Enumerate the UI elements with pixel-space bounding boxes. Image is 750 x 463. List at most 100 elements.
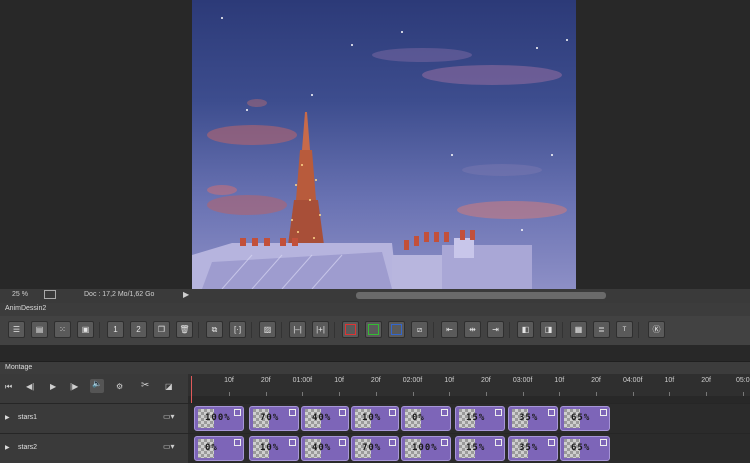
clip-label: 70% [260, 413, 280, 423]
timeline-clip[interactable]: 70% [249, 406, 299, 431]
frames-icon[interactable]: ▤ [31, 321, 48, 338]
clip-menu-icon[interactable] [234, 439, 241, 446]
film-strip-icon[interactable]: ▭▾ [163, 442, 175, 451]
first-frame-icon[interactable]: ⏮ [5, 382, 12, 392]
clip-menu-icon[interactable] [441, 409, 448, 416]
timeline-clip[interactable]: 10% [249, 436, 299, 461]
blue-square-icon[interactable] [388, 321, 405, 338]
zoom-level[interactable]: 25 % [12, 291, 28, 298]
red-square-icon[interactable] [342, 321, 359, 338]
layer2-icon[interactable]: 2 [130, 321, 147, 338]
clip-menu-icon[interactable] [339, 409, 346, 416]
ruler-tick [449, 392, 451, 396]
timeline-clip[interactable]: 0% [401, 406, 451, 431]
timeline-clip[interactable]: 35% [508, 436, 558, 461]
timeline-clip[interactable]: 40% [301, 406, 349, 431]
save-icon[interactable]: ▣ [77, 321, 94, 338]
layers-icon[interactable]: ☰ [8, 321, 25, 338]
ruler-label: 02:00f [402, 377, 423, 384]
clip-label: 35% [519, 443, 539, 453]
clip-menu-icon[interactable] [234, 409, 241, 416]
timeline-clip[interactable]: 100% [401, 436, 451, 461]
layer-row-stars1[interactable]: ▶ stars1 ▭▾ 100% 70% 40% 10% 0% 15% 35% 65% [0, 403, 750, 433]
timeline-clip[interactable]: 0% [194, 436, 244, 461]
doc-icon[interactable]: ▦ [570, 321, 587, 338]
animdessin-toolbar: ☰ ▤ ⁙ ▣ 1 2 ❐ 🗑 ⧉ [·] ▨ |–| |+| ⧄ ⇤ ⇹ ⇥ … [0, 316, 750, 345]
ruler-label: 04:00f [622, 377, 643, 384]
duplicate-icon[interactable]: ⧉ [206, 321, 223, 338]
clip-menu-icon[interactable] [289, 439, 296, 446]
layer-track[interactable]: 0% 10% 40% 70% 100% 15% 35% 65% [188, 434, 750, 463]
copy-icon[interactable]: ❐ [153, 321, 170, 338]
clip-label: 0% [412, 413, 425, 423]
clip-label: 65% [571, 443, 591, 453]
prev-frame-icon[interactable]: ◀| [26, 382, 34, 391]
ruler-label: 10f [224, 377, 234, 384]
settings-badge-icon[interactable]: Ⓚ [648, 321, 665, 338]
timeline-clip[interactable]: 35% [508, 406, 558, 431]
next-frame-icon[interactable]: |▶ [70, 382, 78, 391]
clip-menu-icon[interactable] [441, 439, 448, 446]
settings-icon[interactable]: ⚙ [116, 382, 123, 391]
slash-icon[interactable]: ⧄ [411, 321, 428, 338]
clip-menu-icon[interactable] [289, 409, 296, 416]
clip-label: 0% [205, 443, 218, 453]
status-menu-arrow-icon[interactable]: ▶ [183, 290, 189, 299]
ruler-label: 20f [701, 377, 711, 384]
view-toggle-icon[interactable] [44, 290, 56, 299]
layer1-icon[interactable]: 1 [107, 321, 124, 338]
timeline-clip[interactable]: 40% [301, 436, 349, 461]
artwork-canvas[interactable] [192, 0, 576, 289]
play-icon[interactable]: ▶ [50, 382, 56, 391]
layer-track[interactable]: 100% 70% 40% 10% 0% 15% 35% 65% [188, 404, 750, 433]
timeline-clip[interactable]: 15% [455, 436, 505, 461]
timeline-clip[interactable]: 100% [194, 406, 244, 431]
expand-arrow-icon[interactable]: ▶ [5, 444, 10, 451]
green-square-icon[interactable] [365, 321, 382, 338]
clip-label: 100% [205, 413, 231, 423]
clip-menu-icon[interactable] [600, 439, 607, 446]
clip-menu-icon[interactable] [389, 409, 396, 416]
clip-menu-icon[interactable] [339, 439, 346, 446]
trash-icon[interactable]: 🗑 [176, 321, 193, 338]
layer-row-stars2[interactable]: ▶ stars2 ▭▾ 0% 10% 40% 70% 100% 15% 35% 65% [0, 433, 750, 463]
clip-menu-icon[interactable] [495, 409, 502, 416]
ruler-tick [339, 392, 341, 396]
clip-menu-icon[interactable] [548, 409, 555, 416]
doc-lines-icon[interactable]: ≣ [593, 321, 610, 338]
clip-menu-icon[interactable] [548, 439, 555, 446]
timeline-clip[interactable]: 65% [560, 406, 610, 431]
horizontal-scrollbar[interactable] [356, 292, 606, 299]
grid-icon[interactable]: ⁙ [54, 321, 71, 338]
clip-label: 100% [412, 443, 438, 453]
timeline-clip[interactable]: 15% [455, 406, 505, 431]
span-plus-icon[interactable]: |+| [312, 321, 329, 338]
panel-left-icon[interactable]: ◧ [517, 321, 534, 338]
separator [281, 322, 282, 338]
frames-right-icon[interactable]: ⇥ [487, 321, 504, 338]
span-icon[interactable]: |–| [289, 321, 306, 338]
panel-title: AnimDessin2 [5, 305, 47, 312]
ruler-tick [706, 392, 708, 396]
split-scissors-icon[interactable]: ✂ [141, 380, 149, 391]
timeline-ruler[interactable]: 10f 20f 01:00f 10f 20f 02:00f 10f 20f 03:00f 10f 2… [188, 374, 750, 396]
fit-icon[interactable]: [·] [229, 321, 246, 338]
clip-menu-icon[interactable] [495, 439, 502, 446]
ruler-label: 20f [591, 377, 601, 384]
transition-icon[interactable]: ◪ [165, 382, 173, 391]
audio-icon[interactable]: 🔈 [90, 379, 104, 393]
timeline-clip[interactable]: 10% [351, 406, 399, 431]
film-strip-icon[interactable]: ▭▾ [163, 412, 175, 421]
text-icon[interactable]: T [616, 321, 633, 338]
frames-mid-icon[interactable]: ⇹ [464, 321, 481, 338]
expand-arrow-icon[interactable]: ▶ [5, 414, 10, 421]
ruler-tick [375, 392, 377, 396]
timeline-clip[interactable]: 65% [560, 436, 610, 461]
panel-right-icon[interactable]: ◨ [540, 321, 557, 338]
clip-menu-icon[interactable] [600, 409, 607, 416]
frames-left-icon[interactable]: ⇤ [441, 321, 458, 338]
hatch-icon[interactable]: ▨ [259, 321, 276, 338]
timeline-clip[interactable]: 70% [351, 436, 399, 461]
clip-menu-icon[interactable] [389, 439, 396, 446]
clip-label: 65% [571, 413, 591, 423]
